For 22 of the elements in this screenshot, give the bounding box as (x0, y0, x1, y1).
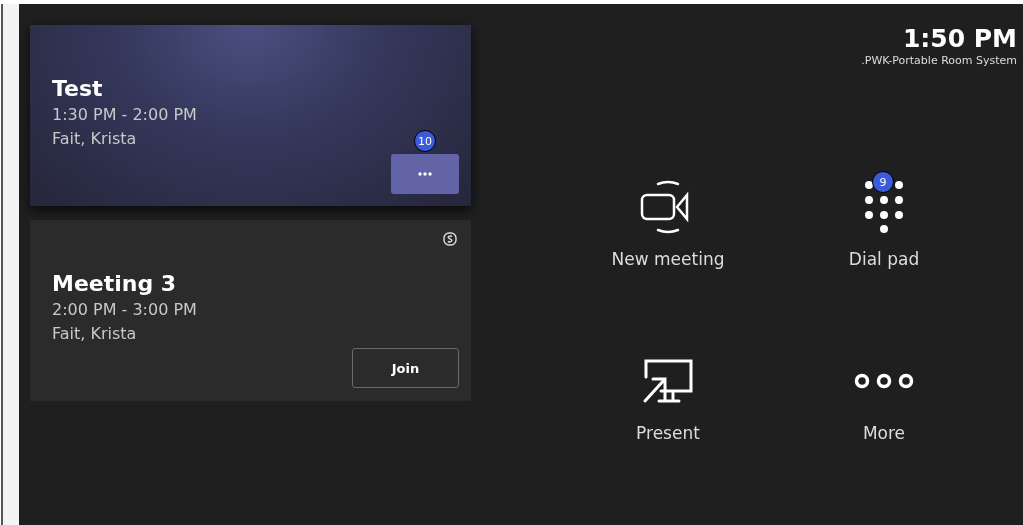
ellipsis-icon (418, 172, 432, 176)
meeting-time: 1:30 PM - 2:00 PM (52, 104, 197, 126)
meeting-card[interactable]: Test 1:30 PM - 2:00 PM Fait, Krista 10 (30, 25, 471, 206)
meeting-organizer: Fait, Krista (52, 128, 137, 150)
meeting-organizer: Fait, Krista (52, 323, 137, 345)
meeting-time: 2:00 PM - 3:00 PM (52, 299, 197, 321)
action-label[interactable]: More (858, 421, 910, 445)
clock-time: 1:50 PM (902, 25, 1017, 53)
number-badge: 10 (414, 130, 436, 152)
dial-pad-icon (864, 180, 904, 234)
action-label[interactable]: Dial pad (844, 247, 924, 271)
screen-share-icon (641, 357, 695, 405)
meeting-card[interactable]: Meeting 3 2:00 PM - 3:00 PM Fait, Krista Join (30, 220, 471, 401)
number-badge: 9 (872, 171, 894, 193)
action-label[interactable]: Present (632, 421, 704, 445)
join-button[interactable]: Join (352, 348, 459, 388)
meeting-title: Meeting 3 (52, 270, 178, 298)
more-icon (853, 372, 915, 390)
room-name: .PWK-Portable Room System (861, 53, 1017, 69)
meeting-title: Test (52, 75, 104, 103)
action-label[interactable]: New meeting (607, 247, 729, 271)
more-options-button[interactable] (391, 154, 459, 194)
